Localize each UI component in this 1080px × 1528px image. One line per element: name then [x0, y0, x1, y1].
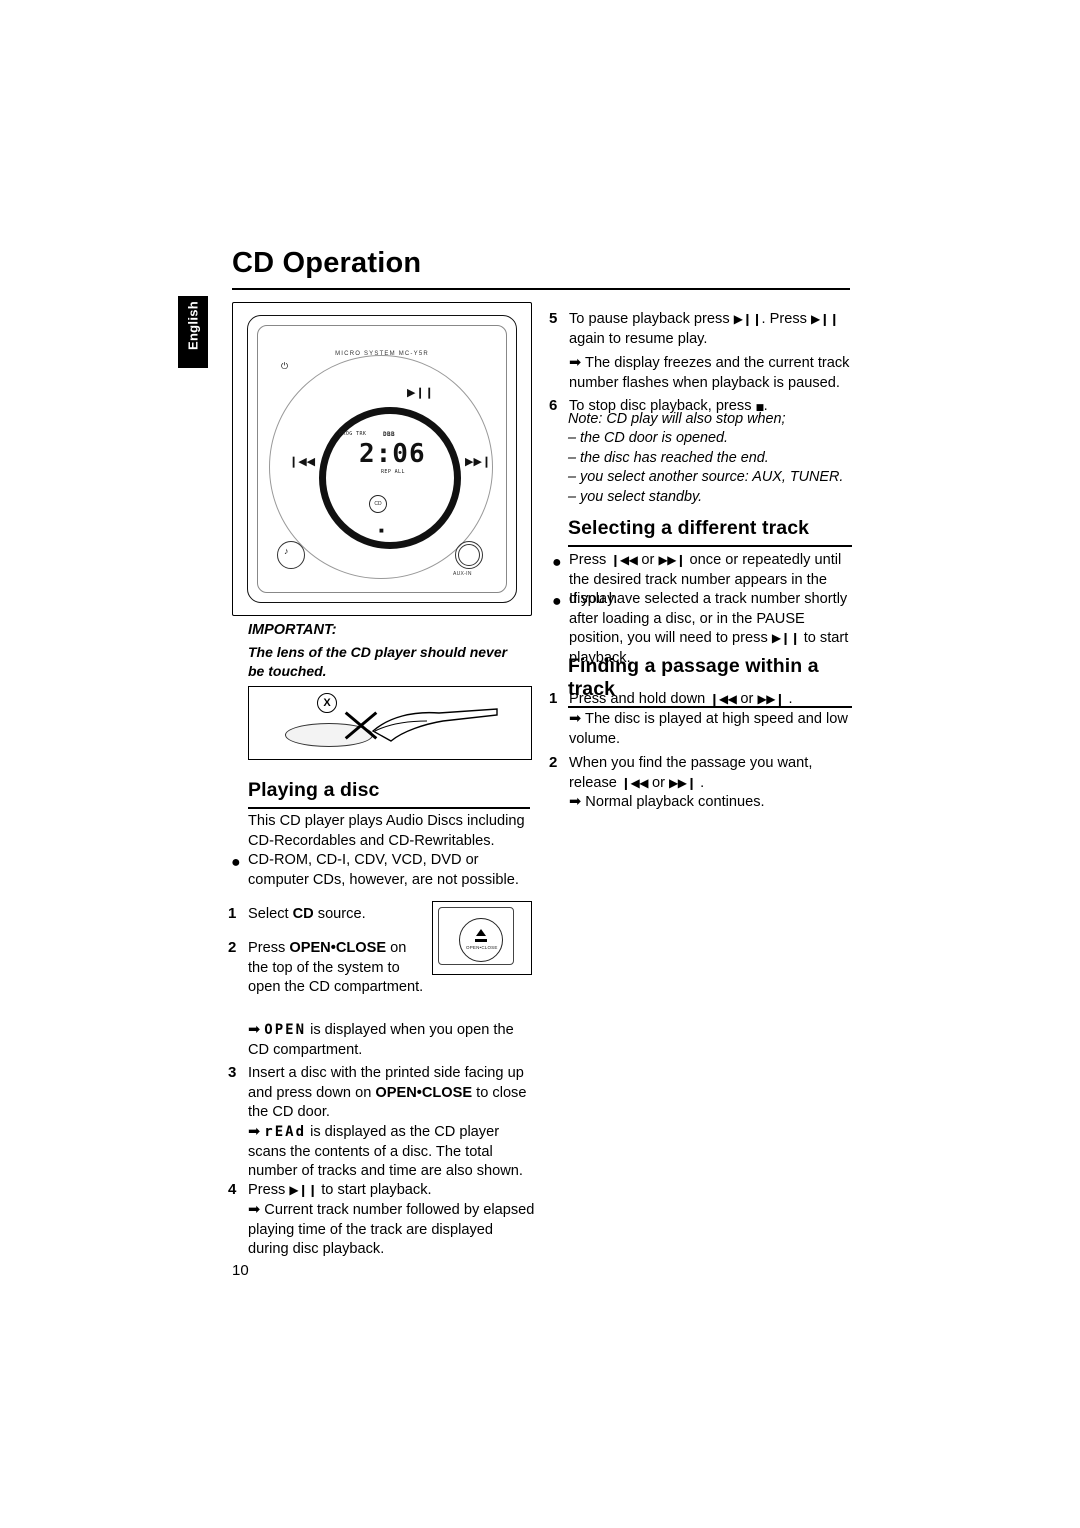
eject-bar-icon [475, 939, 487, 942]
display-time: 2:06 [359, 439, 426, 469]
section-playing-a-disc: Playing a disc [248, 779, 530, 809]
step-1-number: 1 [228, 905, 237, 922]
lens-warning-illustration: X [248, 686, 532, 760]
note-lead: Note: CD play will also stop when; [568, 411, 786, 427]
step-6-number: 6 [549, 397, 558, 414]
step-2-keyword: OPEN•CLOSE [289, 940, 387, 956]
note-item: – you select standby. [568, 488, 703, 505]
section-selecting-track: Selecting a different track [568, 517, 852, 547]
previous-icon: ❙◀◀ [620, 775, 649, 790]
open-close-device-top: OPEN•CLOSE [438, 907, 514, 965]
step-5-result: ➡ The display freezes and the current tr… [569, 354, 850, 391]
passage-step-1-result: ➡ The disc is played at high speed and l… [569, 710, 848, 747]
selecting-track-divider [568, 545, 852, 547]
step-3-result: ➡ rEAd is displayed as the CD player sca… [248, 1123, 523, 1179]
important-heading: IMPORTANT: [248, 622, 337, 638]
previous-icon: ❙◀◀ [610, 553, 638, 567]
language-tab-label: English [185, 300, 201, 351]
device-display: PROG TRK DBB 2:06 REP ALL [337, 431, 429, 483]
playing-a-disc-intro: This CD player plays Audio Discs includi… [248, 813, 525, 849]
passage-step-2-result: ➡ Normal playback continues. [569, 793, 765, 810]
hand-icon [371, 708, 498, 742]
play-pause-icon: ▶❙❙ [771, 631, 800, 645]
step-3-number: 3 [228, 1064, 237, 1081]
playing-a-disc-heading: Playing a disc [248, 779, 380, 801]
arrow-icon: ➡ [569, 793, 582, 810]
next-icon: ▶▶❙ [669, 775, 697, 790]
previous-track-button[interactable]: ❙◀◀ [289, 455, 315, 468]
bullet-marker: ● [552, 593, 562, 610]
step-1-keyword: CD [292, 906, 314, 922]
step-2-result: ➡ OPEN is displayed when you open the CD… [248, 1021, 514, 1058]
note-item: – the disc has reached the end. [568, 449, 769, 466]
playing-a-disc-bullet-1: CD-ROM, CD-I, CDV, VCD, DVD or computer … [248, 852, 519, 888]
step-2-number: 2 [228, 939, 237, 956]
step-4-number: 4 [228, 1181, 237, 1198]
play-pause-icon: ▶❙❙ [289, 1183, 318, 1197]
passage-step-1-text: Press and hold down ❙◀◀ or ▶▶❙ . [569, 691, 793, 707]
open-close-illustration: OPEN•CLOSE [432, 901, 532, 975]
step-1-text: Select CD source. [248, 906, 366, 922]
step-3-keyword: OPEN•CLOSE [375, 1084, 473, 1101]
step-4-result: ➡ Current track number followed by elaps… [248, 1201, 535, 1257]
power-button[interactable]: ⏻ [281, 361, 288, 372]
note-block: Note: CD play will also stop when; – the… [568, 410, 858, 507]
arrow-icon: ➡ [248, 1021, 261, 1038]
stop-button[interactable]: ■ [379, 526, 384, 535]
arrow-icon: ➡ [248, 1123, 261, 1140]
playing-a-disc-divider [248, 807, 530, 809]
previous-icon: ❙◀◀ [709, 692, 737, 706]
step-2-display-text: OPEN [264, 1022, 307, 1038]
bullet-marker: ● [231, 854, 241, 871]
title-divider [232, 288, 850, 290]
step-3-display-text: rEAd [264, 1124, 307, 1140]
language-tab: English [178, 296, 208, 368]
display-dbb-label: DBB [383, 431, 396, 438]
headphone-icon: ♪ [284, 546, 289, 556]
display-repeat-label: REP ALL [381, 469, 405, 475]
next-track-button[interactable]: ▶▶❙ [465, 455, 491, 468]
note-item: – the CD door is opened. [568, 430, 728, 447]
manual-page: CD Operation English MICRO SYSTEM MC-Y5R… [0, 0, 1080, 1528]
play-pause-icon: ▶❙❙ [733, 312, 762, 326]
passage-step-2-text: When you find the passage you want, rele… [569, 755, 813, 791]
arrow-icon: ➡ [569, 710, 582, 727]
step-5-text: To pause playback press ▶❙❙. Press ▶❙❙ a… [569, 311, 839, 347]
page-title: CD Operation [232, 247, 422, 279]
eject-triangle-icon [476, 929, 486, 936]
aux-in-label: AUX-IN [453, 571, 472, 577]
next-icon: ▶▶❙ [658, 553, 686, 567]
open-close-button[interactable]: OPEN•CLOSE [459, 918, 503, 962]
selecting-track-heading: Selecting a different track [568, 517, 810, 539]
page-number: 10 [232, 1262, 249, 1279]
step-5-number: 5 [549, 310, 558, 327]
next-icon: ▶▶❙ [757, 692, 785, 706]
note-item: – you select another source: AUX, TUNER. [568, 469, 844, 486]
play-pause-icon: ▶❙❙ [811, 312, 839, 326]
play-pause-button[interactable]: ▶❙❙ [407, 386, 434, 399]
x-mark-icon: X [317, 693, 337, 713]
bullet-marker: ● [552, 554, 562, 571]
display-prog-trk-label: PROG TRK [339, 431, 367, 437]
important-text: The lens of the CD player should never b… [248, 644, 508, 679]
aux-in-inner [458, 544, 480, 566]
arrow-icon: ➡ [248, 1201, 261, 1218]
step-3-text: Insert a disc with the printed side faci… [248, 1065, 527, 1120]
passage-step-1-number: 1 [549, 690, 558, 707]
device-illustration: MICRO SYSTEM MC-Y5R PROG TRK DBB 2:06 RE… [232, 302, 532, 616]
headphone-jack[interactable] [277, 541, 305, 569]
open-close-label: OPEN•CLOSE [466, 945, 498, 950]
step-4-text: Press ▶❙❙ to start playback. [248, 1182, 432, 1198]
passage-step-2-number: 2 [549, 754, 558, 771]
step-2-text: Press OPEN•CLOSE on the top of the syste… [248, 940, 424, 995]
arrow-icon: ➡ [569, 354, 582, 371]
display-cd-indicator: CD [369, 495, 387, 513]
